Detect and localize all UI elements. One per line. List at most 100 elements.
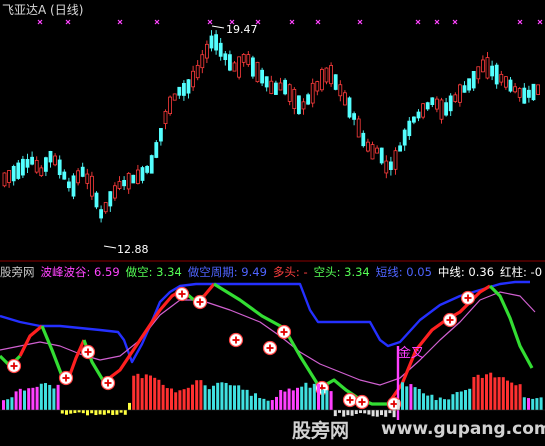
histogram-bar xyxy=(2,400,5,410)
signal-circle-icon xyxy=(354,394,370,410)
legend-value: -0 xyxy=(526,265,543,279)
legend-item: 短线: 0.05 xyxy=(376,264,432,280)
histogram-bar xyxy=(266,400,270,410)
histogram-bar xyxy=(468,388,472,410)
histogram-bar xyxy=(224,382,228,410)
histogram-bar xyxy=(409,384,413,410)
histogram-bar xyxy=(69,410,73,414)
histogram-bar xyxy=(304,382,308,410)
histogram-bar xyxy=(300,386,304,410)
signal-circle-icon xyxy=(192,294,208,310)
short-signal-line xyxy=(488,284,534,369)
histogram-bar xyxy=(535,398,539,410)
long-signal-line xyxy=(18,324,44,357)
legend-item: 波峰波谷: 6.59 xyxy=(41,264,120,280)
legend-item: 做空周期: 9.49 xyxy=(188,264,267,280)
histogram-bar xyxy=(384,410,388,417)
histogram-bar xyxy=(249,395,253,410)
histogram-bar xyxy=(241,389,245,410)
legend-item: 中线: 0.36 xyxy=(438,264,494,280)
histogram-bar xyxy=(207,389,211,410)
legend-value: 3.34 xyxy=(152,265,182,279)
histogram-bar xyxy=(77,410,81,413)
signal-circle-icon xyxy=(276,324,292,340)
histogram-bar xyxy=(111,410,115,416)
histogram-bar xyxy=(174,392,178,410)
legend-label: 做空: xyxy=(125,265,153,279)
histogram-bar xyxy=(31,387,35,410)
histogram-bar xyxy=(346,410,350,416)
signal-circle-icon xyxy=(342,392,358,408)
histogram-bar xyxy=(464,390,467,410)
histogram-bar xyxy=(136,373,140,410)
legend-label: 多头: xyxy=(272,265,300,279)
histogram-bar xyxy=(39,383,43,410)
histogram-bar xyxy=(476,374,480,410)
histogram-bar xyxy=(220,382,224,410)
histogram-bar xyxy=(165,388,169,410)
signal-circle-icon xyxy=(460,290,476,306)
indicator-panel[interactable] xyxy=(0,0,545,446)
histogram-bar xyxy=(443,399,446,410)
histogram-bar xyxy=(531,398,535,410)
histogram-bar xyxy=(245,389,249,410)
histogram-bar xyxy=(430,394,434,410)
histogram-bar xyxy=(375,410,379,417)
watermark-site-name: 股旁网 xyxy=(292,420,350,442)
histogram-bar xyxy=(144,374,148,410)
histogram-bar xyxy=(6,399,10,410)
legend-label: 短线: xyxy=(375,265,403,279)
histogram-bar xyxy=(283,391,287,410)
histogram-bar xyxy=(338,410,341,413)
histogram-bar xyxy=(405,386,409,410)
signal-circle-icon xyxy=(228,332,244,348)
legend-item: 多头: - xyxy=(273,264,308,280)
histogram-bar xyxy=(312,383,316,410)
histogram-bar xyxy=(380,410,383,416)
histogram-bar xyxy=(98,410,102,415)
histogram-bar xyxy=(52,388,56,410)
histogram-bar xyxy=(132,375,136,410)
signal-circle-icon xyxy=(442,312,458,328)
histogram-bar xyxy=(359,410,362,414)
legend-label: 空头: xyxy=(313,265,341,279)
histogram-bar xyxy=(396,399,400,410)
histogram-bar xyxy=(527,398,530,410)
histogram-bar xyxy=(493,377,497,410)
histogram-bar xyxy=(321,389,325,410)
histogram-bar xyxy=(153,377,157,410)
histogram-bar xyxy=(497,377,501,410)
golden-cross-label: 金叉 xyxy=(398,346,425,361)
histogram-bar xyxy=(228,385,232,410)
histogram-bar xyxy=(438,397,442,410)
chart-window[interactable]: 19.47 12.88 飞亚达A (日线) 股旁网 波峰波谷: 6.59 做空: 3.… xyxy=(0,0,545,446)
histogram-bar xyxy=(363,410,367,414)
histogram-bar xyxy=(48,384,52,410)
moving-average-line xyxy=(0,291,536,386)
watermark-site-url: www.gupang.com xyxy=(381,419,545,439)
histogram-bar xyxy=(317,383,320,410)
histogram-bar xyxy=(287,388,291,410)
long-signal-line xyxy=(202,282,216,298)
histogram-bar xyxy=(140,378,144,410)
legend-item: 空头: 3.34 xyxy=(314,264,370,280)
histogram-bar xyxy=(354,410,358,415)
legend-label: 波峰波谷: xyxy=(40,265,91,279)
legend-label: 股旁网 xyxy=(0,265,35,279)
histogram-bar xyxy=(472,376,476,410)
indicator-legend: 股旁网 波峰波谷: 6.59 做空: 3.34 做空周期: 9.49 多头: - 空头: … xyxy=(0,264,545,280)
histogram-bar xyxy=(392,410,396,418)
legend-value: 0.36 xyxy=(464,265,495,279)
histogram-bar xyxy=(35,386,39,410)
histogram-bar xyxy=(14,391,18,410)
histogram-bar xyxy=(325,390,329,410)
legend-label: 中线: xyxy=(437,265,465,279)
histogram-bar xyxy=(18,388,22,410)
histogram-bar xyxy=(44,383,47,410)
histogram-bar xyxy=(157,379,161,410)
histogram-bar xyxy=(170,388,173,410)
legend-item: 股旁网 xyxy=(0,264,35,280)
histogram-bar xyxy=(90,410,94,414)
histogram-bar xyxy=(447,399,451,410)
histogram-bar xyxy=(178,390,182,410)
